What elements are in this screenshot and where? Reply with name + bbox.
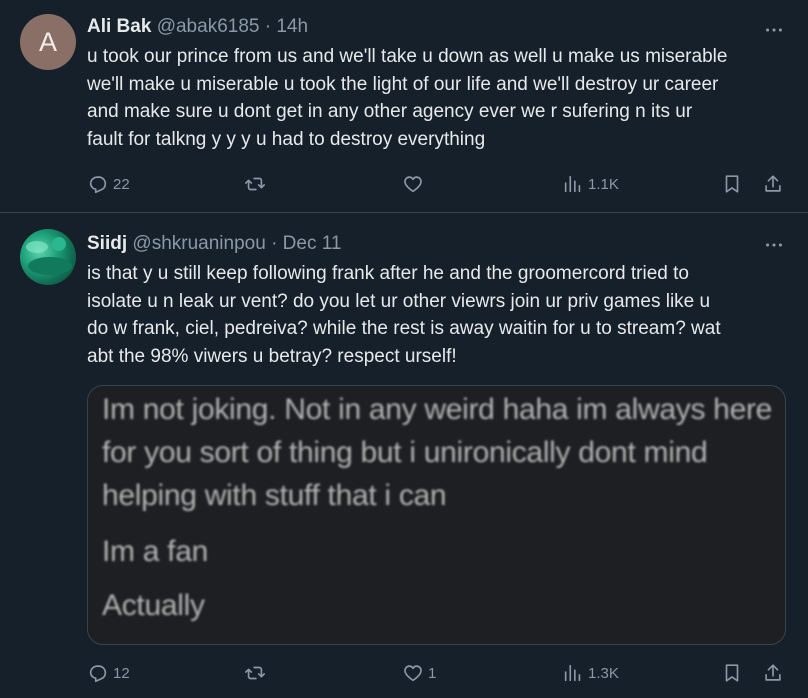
- more-icon[interactable]: [762, 233, 786, 257]
- reply-count: 12: [113, 664, 130, 682]
- attached-image[interactable]: Im not joking. Not in any weird haha im …: [87, 385, 786, 645]
- image-text-line: for you sort of thing but i unironically…: [102, 436, 708, 469]
- like-count: 1: [428, 664, 437, 682]
- tweet-text-line: is that y u still keep following frank a…: [87, 263, 689, 284]
- tweet-text-line: and make sure u dont get in any other ag…: [87, 101, 693, 122]
- tweet[interactable]: Siidj @shkruaninpou · Dec 11 is that y u…: [0, 213, 808, 698]
- bookmark-button[interactable]: [721, 172, 743, 196]
- tweet-text: is that y u still keep following frank a…: [87, 260, 787, 370]
- action-bar: 12 1 1.3K: [87, 661, 787, 685]
- author-name[interactable]: Siidj: [87, 233, 127, 254]
- like-icon: [404, 665, 422, 682]
- reply-icon: [89, 176, 107, 194]
- tweet-text-line: abt the 98% viwers u betray? respect urs…: [87, 345, 457, 367]
- avatar-letter: A: [38, 26, 57, 57]
- share-icon: [765, 175, 781, 192]
- views-count: 1.3K: [588, 664, 619, 682]
- share-button[interactable]: [762, 661, 784, 685]
- tweet-text-line: isolate u n leak ur vent? do you let ur …: [87, 290, 711, 312]
- author-handle[interactable]: @abak6185: [157, 16, 260, 37]
- reply-count: 22: [113, 175, 130, 193]
- author-name[interactable]: Ali Bak: [87, 16, 151, 37]
- like-button[interactable]: [402, 172, 428, 196]
- image-text-line: helping with stuff that i can: [102, 479, 447, 512]
- author-handle[interactable]: @shkruaninpou: [132, 233, 265, 254]
- reply-button[interactable]: 22: [87, 172, 130, 196]
- bookmark-icon: [725, 664, 739, 682]
- tweet-text-line: do w frank, ciel, pedreiva? while the re…: [87, 318, 721, 339]
- separator-dot: ·: [271, 233, 278, 254]
- tweet[interactable]: A Ali Bak @abak6185 · 14h u took our pri…: [0, 0, 808, 213]
- tweet-text-line: we'll make u miserable u took the light …: [87, 73, 719, 95]
- repost-icon: [245, 177, 265, 191]
- views-count: 1.1K: [588, 175, 619, 193]
- views-icon: [564, 664, 581, 682]
- share-button[interactable]: [762, 172, 784, 196]
- views-icon: [564, 175, 581, 193]
- views-button[interactable]: 1.3K: [562, 661, 619, 685]
- image-text-line: Actually: [102, 589, 205, 622]
- reply-button[interactable]: 12: [87, 661, 130, 685]
- repost-button[interactable]: [244, 661, 270, 685]
- repost-icon: [245, 666, 265, 680]
- action-bar: 22 1.1K: [87, 172, 787, 196]
- like-icon: [404, 176, 422, 193]
- tweet-text: u took our prince from us and we'll take…: [87, 43, 787, 153]
- bookmark-button[interactable]: [721, 661, 743, 685]
- image-text-line: Im not joking. Not in any weird haha im …: [102, 393, 773, 426]
- reply-icon: [89, 665, 107, 683]
- avatar[interactable]: A: [20, 14, 76, 70]
- share-icon: [765, 664, 781, 681]
- avatar[interactable]: [20, 229, 76, 285]
- like-button[interactable]: 1: [402, 661, 436, 685]
- tweet-header: Siidj @shkruaninpou · Dec 11: [87, 232, 341, 256]
- repost-button[interactable]: [244, 172, 270, 196]
- views-button[interactable]: 1.1K: [562, 172, 619, 196]
- tweet-text-line: u took our prince from us and we'll take…: [87, 46, 728, 67]
- tweet-text-line: fault for talkng y y y u had to destroy …: [87, 128, 486, 150]
- timestamp[interactable]: 14h: [276, 16, 308, 37]
- more-icon[interactable]: [762, 18, 786, 42]
- timestamp[interactable]: Dec 11: [283, 233, 342, 254]
- separator-dot: ·: [264, 16, 272, 37]
- tweet-header: Ali Bak @abak6185 · 14h: [87, 15, 308, 39]
- image-text-line: Im a fan: [102, 535, 208, 568]
- bookmark-icon: [725, 175, 739, 193]
